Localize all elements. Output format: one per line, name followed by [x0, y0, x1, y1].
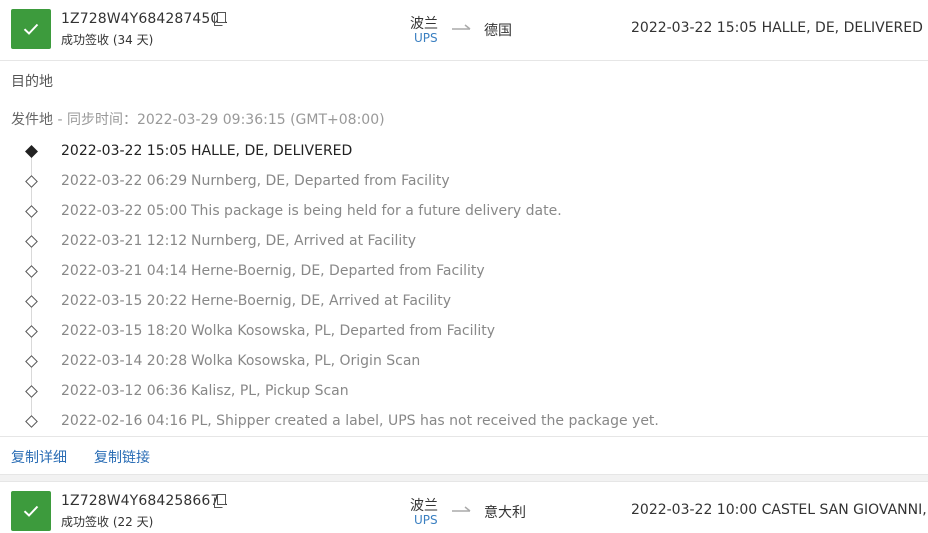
timeline-dot-icon [25, 415, 38, 428]
delivered-status-badge [11, 9, 51, 49]
timeline-dot-icon [25, 235, 38, 248]
card-separator [0, 474, 928, 481]
event-time: 2022-03-14 20:28 [61, 353, 188, 369]
arrow-right-icon [452, 506, 471, 512]
destination-country: 意大利 [484, 505, 526, 521]
timeline-event: 2022-03-14 20:28 Wolka Kosowska, PL, Ori… [0, 347, 928, 377]
event-description: HALLE, DE, DELIVERED [191, 143, 353, 159]
copy-detail-link[interactable]: 复制详细 [11, 447, 67, 467]
check-icon [23, 23, 39, 35]
check-icon [23, 505, 39, 517]
timeline-dot-icon [25, 325, 38, 338]
arrow-right-icon [452, 24, 471, 30]
event-description: Wolka Kosowska, PL, Departed from Facili… [191, 323, 496, 339]
event-time: 2022-03-21 04:14 [61, 263, 188, 279]
package-card-1: 1Z728W4Y6842874501 成功签收 (34 天) 波兰 UPS 德国… [0, 0, 928, 474]
tracking-number: 1Z728W4Y6842874501 [61, 11, 229, 27]
tracking-number: 1Z728W4Y6842586671 [61, 493, 229, 509]
event-time: 2022-03-21 12:12 [61, 233, 188, 249]
timeline-event: 2022-03-12 06:36 Kalisz, PL, Pickup Scan [0, 377, 928, 407]
event-description: This package is being held for a future … [191, 203, 562, 219]
origin-section-label: 发件地 [11, 112, 53, 128]
event-description: Wolka Kosowska, PL, Origin Scan [191, 353, 421, 369]
event-time: 2022-03-22 15:05 [61, 143, 188, 159]
timeline-event: 2022-03-22 05:00 This package is being h… [0, 197, 928, 227]
event-description: Herne-Boernig, DE, Departed from Facilit… [191, 263, 485, 279]
event-time: 2022-03-22 06:29 [61, 173, 188, 189]
delivery-status: 成功签收 (34 天) [61, 33, 154, 47]
timeline-event: 2022-03-21 12:12 Nurnberg, DE, Arrived a… [0, 227, 928, 257]
timeline-dot-icon [25, 355, 38, 368]
timeline-dot-icon [25, 295, 38, 308]
event-description: Nurnberg, DE, Arrived at Facility [191, 233, 417, 249]
event-time: 2022-03-15 20:22 [61, 293, 188, 309]
origin-sync-line: 发件地 - 同步时间：2022-03-29 09:36:15 (GMT+08:0… [11, 109, 385, 129]
timeline-event: 2022-03-21 04:14 Herne-Boernig, DE, Depa… [0, 257, 928, 287]
timeline-dot-icon [25, 265, 38, 278]
latest-event: 2022-03-22 10:00 CASTEL SAN GIOVANNI, IT… [631, 502, 928, 518]
origin-country: 波兰 [410, 16, 438, 32]
delivery-status: 成功签收 (22 天) [61, 515, 154, 529]
carrier-name: UPS [414, 513, 438, 527]
carrier-name: UPS [414, 31, 438, 45]
destination-country: 德国 [484, 23, 512, 39]
event-description: Kalisz, PL, Pickup Scan [191, 383, 349, 399]
timeline-dot-icon [25, 385, 38, 398]
timeline-event: 2022-03-22 15:05 HALLE, DE, DELIVERED [0, 137, 928, 167]
delivered-status-badge [11, 491, 51, 531]
timeline-event: 2022-03-15 18:20 Wolka Kosowska, PL, Dep… [0, 317, 928, 347]
copy-link-link[interactable]: 复制链接 [94, 447, 150, 467]
sync-time: - 同步时间：2022-03-29 09:36:15 (GMT+08:00) [53, 112, 385, 128]
card-actions: 复制详细 复制链接 [0, 436, 928, 474]
origin-country: 波兰 [410, 498, 438, 514]
event-time: 2022-03-22 05:00 [61, 203, 188, 219]
event-time: 2022-03-12 06:36 [61, 383, 188, 399]
timeline-event: 2022-03-22 06:29 Nurnberg, DE, Departed … [0, 167, 928, 197]
event-time: 2022-02-16 04:16 [61, 413, 188, 429]
timeline-dot-icon [25, 145, 38, 158]
event-description: Herne-Boernig, DE, Arrived at Facility [191, 293, 452, 309]
destination-section-label: 目的地 [11, 74, 53, 90]
timeline-dot-icon [25, 175, 38, 188]
event-time: 2022-03-15 18:20 [61, 323, 188, 339]
copy-icon[interactable] [214, 12, 226, 26]
timeline-event: 2022-03-15 20:22 Herne-Boernig, DE, Arri… [0, 287, 928, 317]
tracking-detail: 目的地 发件地 - 同步时间：2022-03-29 09:36:15 (GMT+… [0, 60, 928, 436]
latest-event: 2022-03-22 15:05 HALLE, DE, DELIVERED [631, 20, 923, 36]
copy-icon[interactable] [214, 494, 226, 508]
package-header[interactable]: 1Z728W4Y6842874501 成功签收 (34 天) 波兰 UPS 德国… [0, 0, 928, 60]
timeline-dot-icon [25, 205, 38, 218]
event-description: Nurnberg, DE, Departed from Facility [191, 173, 450, 189]
timeline-event: 2022-02-16 04:16 PL, Shipper created a l… [0, 407, 928, 437]
package-card-2: 1Z728W4Y6842586671 成功签收 (22 天) 波兰 UPS 意大… [0, 481, 928, 533]
event-description: PL, Shipper created a label, UPS has not… [191, 413, 659, 429]
package-header[interactable]: 1Z728W4Y6842586671 成功签收 (22 天) 波兰 UPS 意大… [0, 482, 928, 533]
